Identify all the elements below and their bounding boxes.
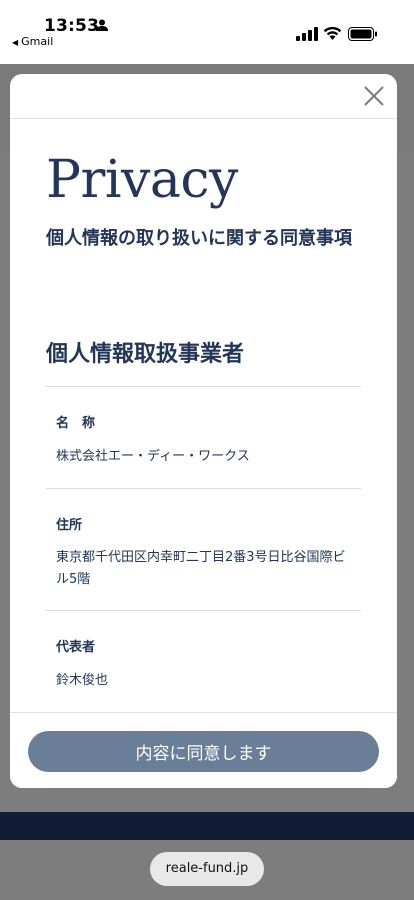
divider xyxy=(46,386,361,387)
privacy-consent-modal: Privacy 個人情報の取り扱いに関する同意事項 個人情報取扱事業者 名 称 … xyxy=(10,74,397,788)
divider xyxy=(46,610,361,611)
background-footer-bar xyxy=(0,812,414,840)
modal-scroll-content[interactable]: Privacy 個人情報の取り扱いに関する同意事項 個人情報取扱事業者 名 称 … xyxy=(10,120,397,712)
wifi-icon xyxy=(323,26,342,40)
close-button[interactable] xyxy=(361,83,387,109)
back-arrow-icon: ◀ xyxy=(12,38,19,47)
back-to-app-link[interactable]: ◀ Gmail xyxy=(12,35,53,48)
modal-header xyxy=(10,74,397,119)
url-bar[interactable]: reale-fund.jp xyxy=(150,852,264,886)
status-time: 13:53 xyxy=(44,16,100,36)
back-app-label: Gmail xyxy=(21,35,54,48)
close-icon xyxy=(364,86,384,106)
field-value-address: 東京都千代田区内幸町二丁目2番3号日比谷国際ビル5階 xyxy=(56,550,346,587)
modal-footer: 内容に同意します xyxy=(10,712,397,788)
divider xyxy=(46,488,361,489)
status-bar: 13:53 ◀ Gmail xyxy=(0,0,414,64)
field-label-address: 住所 xyxy=(56,518,83,533)
modal-title: Privacy xyxy=(46,150,238,210)
person-icon xyxy=(96,19,108,31)
agree-button[interactable]: 内容に同意します xyxy=(28,731,379,772)
section-heading: 個人情報取扱事業者 xyxy=(46,342,245,367)
field-label-name: 名 称 xyxy=(56,416,96,431)
field-value-name: 株式会社エー・ディー・ワークス xyxy=(56,449,250,464)
cellular-signal-icon xyxy=(296,27,318,41)
field-value-representative: 鈴木俊也 xyxy=(56,673,109,688)
field-label-representative: 代表者 xyxy=(56,640,96,655)
battery-icon xyxy=(348,27,377,41)
modal-subtitle: 個人情報の取り扱いに関する同意事項 xyxy=(46,228,352,249)
